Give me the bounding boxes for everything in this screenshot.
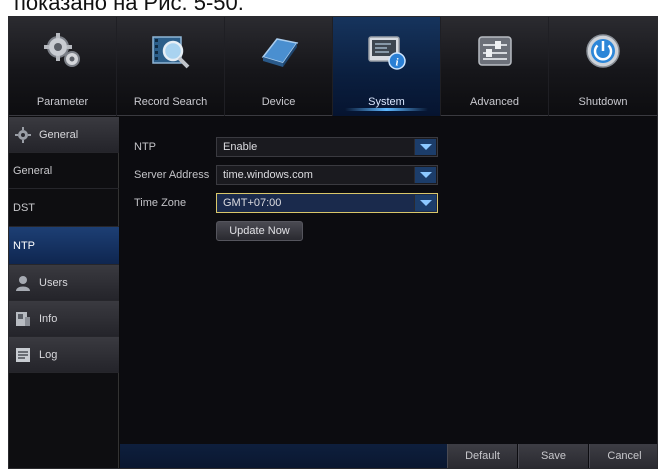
- sidebar-item-label: Users: [39, 276, 68, 289]
- time-zone-value: GMT+07:00: [223, 197, 282, 209]
- tab-record-search[interactable]: Record Search: [117, 17, 225, 116]
- ntp-select[interactable]: Enable: [216, 137, 438, 157]
- info-icon: [16, 311, 30, 326]
- sidebar-item-info[interactable]: Info: [9, 301, 119, 337]
- sidebar-item-general[interactable]: General: [9, 153, 119, 189]
- sidebar-item-label: Info: [39, 312, 58, 325]
- gear-icon: [15, 126, 31, 143]
- screen: показано на Рис. 5-50. Parameter Record …: [0, 0, 660, 469]
- sidebar-item-dst[interactable]: DST: [9, 189, 119, 227]
- tab-advanced[interactable]: Advanced: [441, 17, 549, 116]
- power-icon: [586, 34, 620, 68]
- tab-label: Device: [261, 96, 296, 108]
- tab-parameter[interactable]: Parameter: [9, 17, 117, 116]
- user-icon: [16, 275, 30, 291]
- tab-label: System: [368, 96, 405, 108]
- sidebar-item-label: DST: [13, 201, 35, 214]
- ntp-value: Enable: [223, 141, 258, 153]
- chevron-down-icon[interactable]: [414, 195, 436, 211]
- default-button[interactable]: Default: [447, 444, 517, 468]
- server-address-label: Server Address: [134, 169, 210, 181]
- sidebar-item-ntp[interactable]: NTP: [9, 227, 119, 265]
- cancel-button[interactable]: Cancel: [589, 444, 657, 468]
- time-zone-select[interactable]: GMT+07:00: [216, 193, 438, 213]
- sidebar-item-label: Log: [39, 348, 58, 361]
- footer-bar: Default Save Cancel: [9, 444, 657, 468]
- tab-label: Record Search: [133, 96, 208, 108]
- ntp-settings-panel: NTP Enable Server Address time.windows.c…: [120, 117, 657, 468]
- sidebar-item-label: General: [13, 164, 53, 177]
- sidebar-item-general-header[interactable]: General: [9, 117, 119, 153]
- tab-label: Shutdown: [578, 96, 628, 108]
- sidebar-item-label: NTP: [13, 239, 35, 252]
- chevron-down-icon[interactable]: [414, 167, 436, 183]
- sidebar-item-label: General: [39, 128, 79, 141]
- update-now-button[interactable]: Update Now: [216, 221, 303, 241]
- tab-label: Parameter: [36, 96, 89, 108]
- document-caption: показано на Рис. 5-50.: [14, 0, 244, 15]
- tab-device[interactable]: Device: [225, 17, 333, 116]
- chevron-down-icon[interactable]: [414, 139, 436, 155]
- ntp-row: NTP Enable: [134, 137, 438, 157]
- server-address-row: Server Address time.windows.com: [134, 165, 438, 185]
- gears-icon: [44, 33, 80, 67]
- tab-system[interactable]: i System: [333, 17, 441, 116]
- dvr-window: Parameter Record Search Device i System …: [8, 16, 658, 469]
- time-zone-row: Time Zone GMT+07:00: [134, 193, 438, 213]
- sidebar: General General DST NTP Users Info Log: [9, 117, 119, 468]
- footer-spacer: [120, 444, 447, 468]
- log-icon: [16, 347, 30, 362]
- sliders-icon: [478, 36, 512, 66]
- server-address-value: time.windows.com: [223, 169, 313, 181]
- ntp-label: NTP: [134, 141, 156, 153]
- hard-drive-icon: [261, 38, 299, 67]
- sidebar-item-log[interactable]: Log: [9, 337, 119, 373]
- sidebar-item-users[interactable]: Users: [9, 265, 119, 301]
- system-info-icon: i: [368, 36, 406, 70]
- save-button[interactable]: Save: [518, 444, 588, 468]
- tab-label: Advanced: [470, 96, 519, 108]
- time-zone-label: Time Zone: [134, 197, 187, 209]
- top-menu-bar: Parameter Record Search Device i System …: [9, 17, 657, 116]
- server-address-select[interactable]: time.windows.com: [216, 165, 438, 185]
- tab-shutdown[interactable]: Shutdown: [549, 17, 657, 116]
- film-search-icon: [152, 36, 190, 69]
